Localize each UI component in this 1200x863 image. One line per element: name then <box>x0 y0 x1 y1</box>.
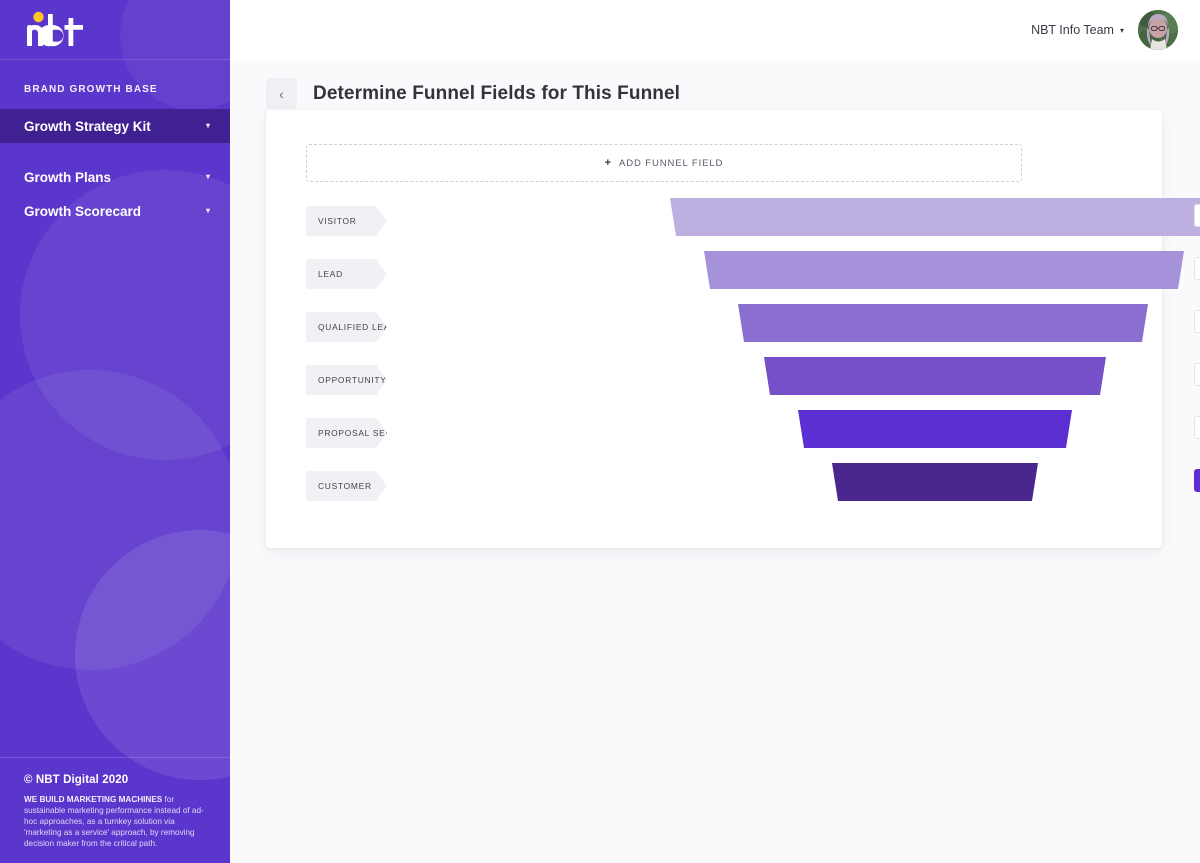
add-funnel-field-label: ADD FUNNEL FIELD <box>619 157 724 169</box>
chevron-down-icon: ▾ <box>205 172 210 181</box>
delete-funnel-field-button[interactable] <box>1194 469 1200 492</box>
sidebar-footer: © NBT Digital 2020 WE BUILD MARKETING MA… <box>0 756 230 863</box>
app-root: BRAND GROWTH BASE Growth Strategy Kit ▾ … <box>0 0 1200 863</box>
plus-icon: + <box>604 157 612 169</box>
user-name-label: NBT Info Team <box>1031 23 1114 37</box>
sidebar-section-title: BRAND GROWTH BASE <box>24 84 158 95</box>
sidebar-logo[interactable] <box>0 0 230 60</box>
sidebar-item-growth-strategy-kit[interactable]: Growth Strategy Kit ▾ <box>0 109 230 143</box>
funnel-segment[interactable] <box>832 463 1038 501</box>
funnel-row-actions <box>1194 257 1200 280</box>
sidebar-item-growth-scorecard[interactable]: Growth Scorecard ▾ <box>0 194 230 228</box>
funnel-segment[interactable] <box>764 357 1106 395</box>
funnel-row: VISITOR <box>266 198 1200 251</box>
funnel-row: OPPORTUNITYEdit funnel field <box>266 357 1200 410</box>
sidebar-item-label: Growth Strategy Kit <box>24 118 151 134</box>
delete-funnel-field-button[interactable] <box>1194 310 1200 333</box>
funnel-row: CUSTOMERDelete funnel field <box>266 463 1200 516</box>
back-button[interactable]: ‹ <box>266 78 297 109</box>
sidebar-nav: BRAND GROWTH BASE Growth Strategy Kit ▾ … <box>0 60 230 228</box>
company-blurb: WE BUILD MARKETING MACHINES for sustaina… <box>24 794 208 849</box>
funnel-stage-label: OPPORTUNITY <box>306 365 387 395</box>
funnel-stage-label: CUSTOMER <box>306 471 387 501</box>
nbt-logo-icon <box>24 10 86 50</box>
page-header: ‹ Determine Funnel Fields for This Funne… <box>230 60 1200 109</box>
chevron-down-icon: ▾ <box>205 206 210 215</box>
funnel-fields-card: + ADD FUNNEL FIELD VISITOR LEAD QUALIFIED … <box>266 110 1200 548</box>
sidebar-item-label: Growth Plans <box>24 169 112 185</box>
funnel-row: LEAD <box>266 251 1200 304</box>
funnel-segment[interactable] <box>670 198 1200 236</box>
sidebar-decor-blob <box>75 530 230 780</box>
funnel-rows: VISITOR LEAD QUALIFIED LEAD OPPORTUNITYEdit… <box>266 198 1200 516</box>
funnel-segment[interactable] <box>798 410 1072 448</box>
funnel-row-actions <box>1194 416 1200 439</box>
company-blurb-strong: WE BUILD MARKETING MACHINES <box>24 794 163 804</box>
delete-funnel-field-button[interactable] <box>1194 257 1200 280</box>
chevron-down-icon[interactable]: ▾ <box>1120 26 1124 35</box>
delete-funnel-field-button[interactable] <box>1194 416 1200 439</box>
copyright-text: © NBT Digital 2020 <box>24 773 129 786</box>
sidebar: BRAND GROWTH BASE Growth Strategy Kit ▾ … <box>0 0 230 863</box>
add-funnel-field-button[interactable]: + ADD FUNNEL FIELD <box>306 144 1022 182</box>
funnel-row: QUALIFIED LEAD <box>266 304 1200 357</box>
delete-funnel-field-button[interactable] <box>1194 204 1200 227</box>
funnel-row: PROPOSAL SENT <box>266 410 1200 463</box>
sidebar-item-label: Growth Scorecard <box>24 203 142 219</box>
funnel-row-actions <box>1194 363 1200 386</box>
main-area: NBT Info Team ▾ ‹ Determine Funnel Field… <box>230 0 1200 863</box>
funnel-segment[interactable] <box>704 251 1184 289</box>
topbar: NBT Info Team ▾ <box>230 0 1200 60</box>
delete-funnel-field-button[interactable] <box>1194 363 1200 386</box>
chevron-down-icon: ▾ <box>205 121 210 130</box>
avatar[interactable] <box>1138 10 1178 50</box>
funnel-stage-label: LEAD <box>306 259 387 289</box>
sidebar-item-growth-plans[interactable]: Growth Plans ▾ <box>0 160 230 194</box>
funnel-segment[interactable] <box>738 304 1148 342</box>
funnel-row-actions <box>1194 310 1200 333</box>
sidebar-decor-blob <box>0 370 230 670</box>
funnel-stage-label: VISITOR <box>306 206 387 236</box>
funnel-stage-label: PROPOSAL SENT <box>306 418 387 448</box>
funnel-row-actions <box>1194 204 1200 227</box>
page-title: Determine Funnel Fields for This Funnel <box>313 82 681 104</box>
funnel-row-actions <box>1194 469 1200 492</box>
chevron-left-icon: ‹ <box>279 85 284 102</box>
funnel-stage-label: QUALIFIED LEAD <box>306 312 387 342</box>
